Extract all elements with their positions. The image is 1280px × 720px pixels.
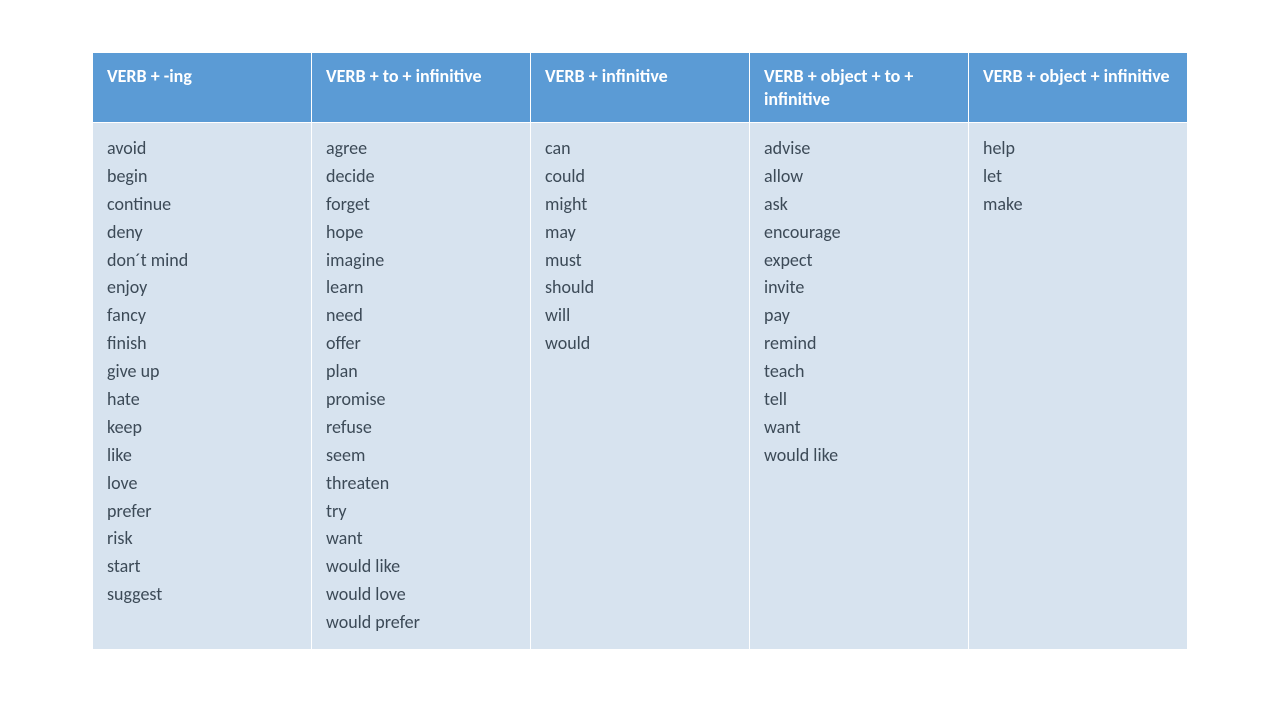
- col-cell-infinitive: can could might may must should will wou…: [531, 123, 750, 650]
- col-header-to-infinitive: VERB + to + infinitive: [312, 53, 531, 123]
- col-header-object-to-infinitive: VERB + object + to + infinitive: [750, 53, 969, 123]
- col-header-object-infinitive: VERB + object + infinitive: [969, 53, 1188, 123]
- col-header-ing: VERB + -ing: [93, 53, 312, 123]
- col-cell-ing: avoid begin continue deny don´t mind enj…: [93, 123, 312, 650]
- col-header-infinitive: VERB + infinitive: [531, 53, 750, 123]
- verb-pattern-table: VERB + -ing VERB + to + infinitive VERB …: [92, 52, 1188, 650]
- col-cell-to-infinitive: agree decide forget hope imagine learn n…: [312, 123, 531, 650]
- col-cell-object-to-infinitive: advise allow ask encourage expect invite…: [750, 123, 969, 650]
- col-cell-object-infinitive: help let make: [969, 123, 1188, 650]
